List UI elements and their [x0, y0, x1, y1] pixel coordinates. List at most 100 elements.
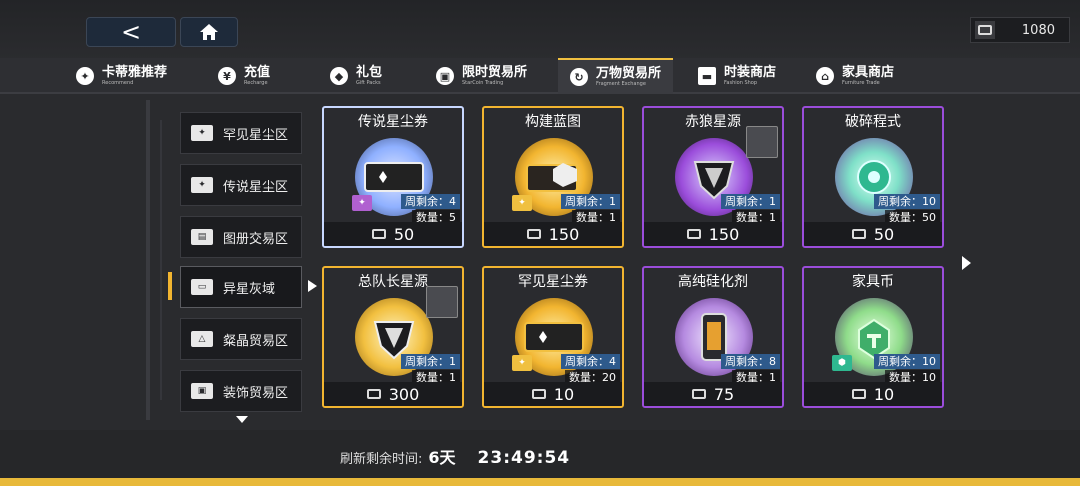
yen-icon: ¥ — [218, 67, 236, 85]
tab-label: 限时贸易所 — [462, 65, 528, 80]
ticket-currency-icon — [851, 389, 866, 399]
furniture-icon: ⌂ — [816, 67, 834, 85]
sidebar-item-crystal-trade[interactable]: △ 粲晶贸易区 — [180, 318, 302, 360]
sidebar-item-rare-stardust[interactable]: ✦ 罕见星尘区 — [180, 112, 302, 154]
refresh-label: 刷新剩余时间: — [340, 452, 423, 467]
item-price: 75 — [644, 382, 782, 406]
character-portrait-icon — [746, 126, 778, 158]
price-value: 75 — [713, 384, 735, 404]
item-name: 传说星尘券 — [358, 114, 428, 130]
triangle-icon: △ — [191, 331, 213, 347]
tab-sublabel: Recommend — [102, 80, 134, 86]
tab-limited-trade[interactable]: ▣ 限时贸易所 StarCoin Trading — [424, 58, 539, 94]
item-name: 罕见星尘券 — [518, 274, 588, 290]
item-price: 300 — [324, 382, 462, 406]
tab-gift-packs[interactable]: ◆ 礼包 Gift Packs — [318, 58, 394, 94]
ticket-currency-icon: ▭ — [191, 279, 213, 295]
tab-label: 卡蒂雅推荐 — [102, 65, 168, 80]
refresh-days: 6天 — [428, 448, 456, 467]
shop-tabs: ✦ 卡蒂雅推荐 Recommend ¥ 充值 Recharge ◆ 礼包 Gift P… — [0, 58, 1080, 94]
top-bar: < 1080 — [0, 0, 1080, 60]
ticket-currency-icon — [366, 389, 381, 399]
refresh-clock: 23:49:54 — [477, 448, 571, 468]
weekly-remaining: 周剩余：1 — [561, 194, 620, 209]
weekly-remaining: 周剩余：10 — [874, 194, 940, 209]
sidebar-item-legend-stardust[interactable]: ✦ 传说星尘区 — [180, 164, 302, 206]
shop-item-card[interactable]: 罕见星尘券 ✦ 周剩余：4 数量：20 10 — [482, 266, 624, 408]
fashion-icon: ▬ — [698, 67, 716, 85]
tab-sublabel: Fragment Exchange — [596, 81, 646, 87]
item-price: 10 — [484, 382, 622, 406]
footer-bar: 刷新剩余时间: 6天 23:49:54 — [0, 430, 1080, 486]
rarity-badge: ✦ — [352, 195, 372, 211]
tab-fashion-shop[interactable]: ▬ 时装商店 Fashion Shop — [686, 58, 788, 94]
weekly-remaining: 周剩余：1 — [401, 354, 460, 369]
sidebar-item-decor-trade[interactable]: ▣ 装饰贸易区 — [180, 370, 302, 412]
tab-recharge[interactable]: ¥ 充值 Recharge — [206, 58, 282, 94]
scroll-down-icon[interactable] — [236, 416, 248, 423]
tab-sublabel: Furniture Trade — [842, 80, 880, 86]
rarity-badge: ✦ — [512, 195, 532, 211]
price-value: 150 — [708, 224, 740, 244]
price-value: 10 — [553, 384, 575, 404]
trade-icon: ▣ — [436, 67, 454, 85]
price-value: 10 — [873, 384, 895, 404]
weekly-remaining: 周剩余：10 — [874, 354, 940, 369]
exchange-icon: ↻ — [570, 68, 588, 86]
sidebar-item-album-trade[interactable]: ▤ 图册交易区 — [180, 216, 302, 258]
home-button[interactable] — [180, 17, 238, 47]
ticket-currency-icon — [691, 389, 706, 399]
selected-arrow-icon — [308, 280, 317, 292]
sidebar-item-label: 罕见星尘区 — [223, 127, 289, 143]
back-button[interactable]: < — [86, 17, 176, 47]
ticket-icon: ✦ — [191, 125, 213, 141]
weekly-remaining: 周剩余：4 — [401, 194, 460, 209]
rarity-badge: ✦ — [512, 355, 532, 371]
gift-icon: ◆ — [330, 67, 348, 85]
rarity-badge: ⬢ — [832, 355, 852, 371]
shop-item-card[interactable]: 家具币 ⬢ 周剩余：10 数量：10 10 — [802, 266, 944, 408]
tab-sublabel: Recharge — [244, 80, 268, 86]
sidebar-item-label: 装饰贸易区 — [223, 385, 289, 401]
tab-sublabel: Gift Packs — [356, 80, 381, 86]
sidebar-item-alien-grey-zone[interactable]: ▭ 异星灰域 — [180, 266, 302, 308]
tab-furniture-shop[interactable]: ⌂ 家具商店 Furniture Trade — [804, 58, 906, 94]
item-price: 50 — [324, 222, 462, 246]
tab-label: 万物贸易所 — [596, 66, 662, 81]
tab-label: 时装商店 — [724, 65, 777, 80]
tab-label: 礼包 — [356, 65, 383, 80]
item-price: 50 — [804, 222, 942, 246]
sidebar-item-label: 传说星尘区 — [223, 179, 289, 195]
shop-item-card[interactable]: 破碎程式 周剩余：10 数量：50 50 — [802, 106, 944, 248]
tab-label: 家具商店 — [842, 65, 895, 80]
price-value: 150 — [548, 224, 580, 244]
item-name: 破碎程式 — [845, 114, 901, 130]
ticket-currency-icon — [526, 229, 541, 239]
weekly-remaining: 周剩余：8 — [721, 354, 780, 369]
currency-amount: 1080 — [1021, 22, 1055, 38]
character-portrait-icon — [426, 286, 458, 318]
sidebar-item-label: 异星灰域 — [223, 281, 276, 297]
ticket-currency-icon — [851, 229, 866, 239]
sidebar-rail-inner — [160, 120, 162, 400]
ticket-currency-icon — [531, 389, 546, 399]
decor-icon: ▣ — [191, 383, 213, 399]
price-value: 50 — [393, 224, 415, 244]
album-icon: ▤ — [191, 229, 213, 245]
currency-display: 1080 — [970, 17, 1070, 43]
next-page-icon[interactable] — [962, 256, 971, 270]
item-name: 家具币 — [852, 274, 894, 290]
weekly-remaining: 周剩余：4 — [561, 354, 620, 369]
tab-fragment-exchange[interactable]: ↻ 万物贸易所 Fragment Exchange — [558, 58, 674, 94]
shop-item-card[interactable]: 构建蓝图 ✦ 周剩余：1 数量：1 150 — [482, 106, 624, 248]
shop-item-card[interactable]: 传说星尘券 ✦ 周剩余：4 数量：5 50 — [322, 106, 464, 248]
shop-item-card[interactable]: 总队长星源 周剩余：1 数量：1 300 — [322, 266, 464, 408]
price-value: 300 — [388, 384, 420, 404]
item-price: 150 — [644, 222, 782, 246]
shop-item-card[interactable]: 高纯硅化剂 周剩余：8 数量：1 75 — [642, 266, 784, 408]
tab-recommend[interactable]: ✦ 卡蒂雅推荐 Recommend — [64, 58, 179, 94]
ticket-currency-icon — [371, 229, 386, 239]
item-name: 高纯硅化剂 — [678, 274, 748, 290]
home-icon — [200, 24, 218, 40]
shop-item-card[interactable]: 赤狼星源 周剩余：1 数量：1 150 — [642, 106, 784, 248]
